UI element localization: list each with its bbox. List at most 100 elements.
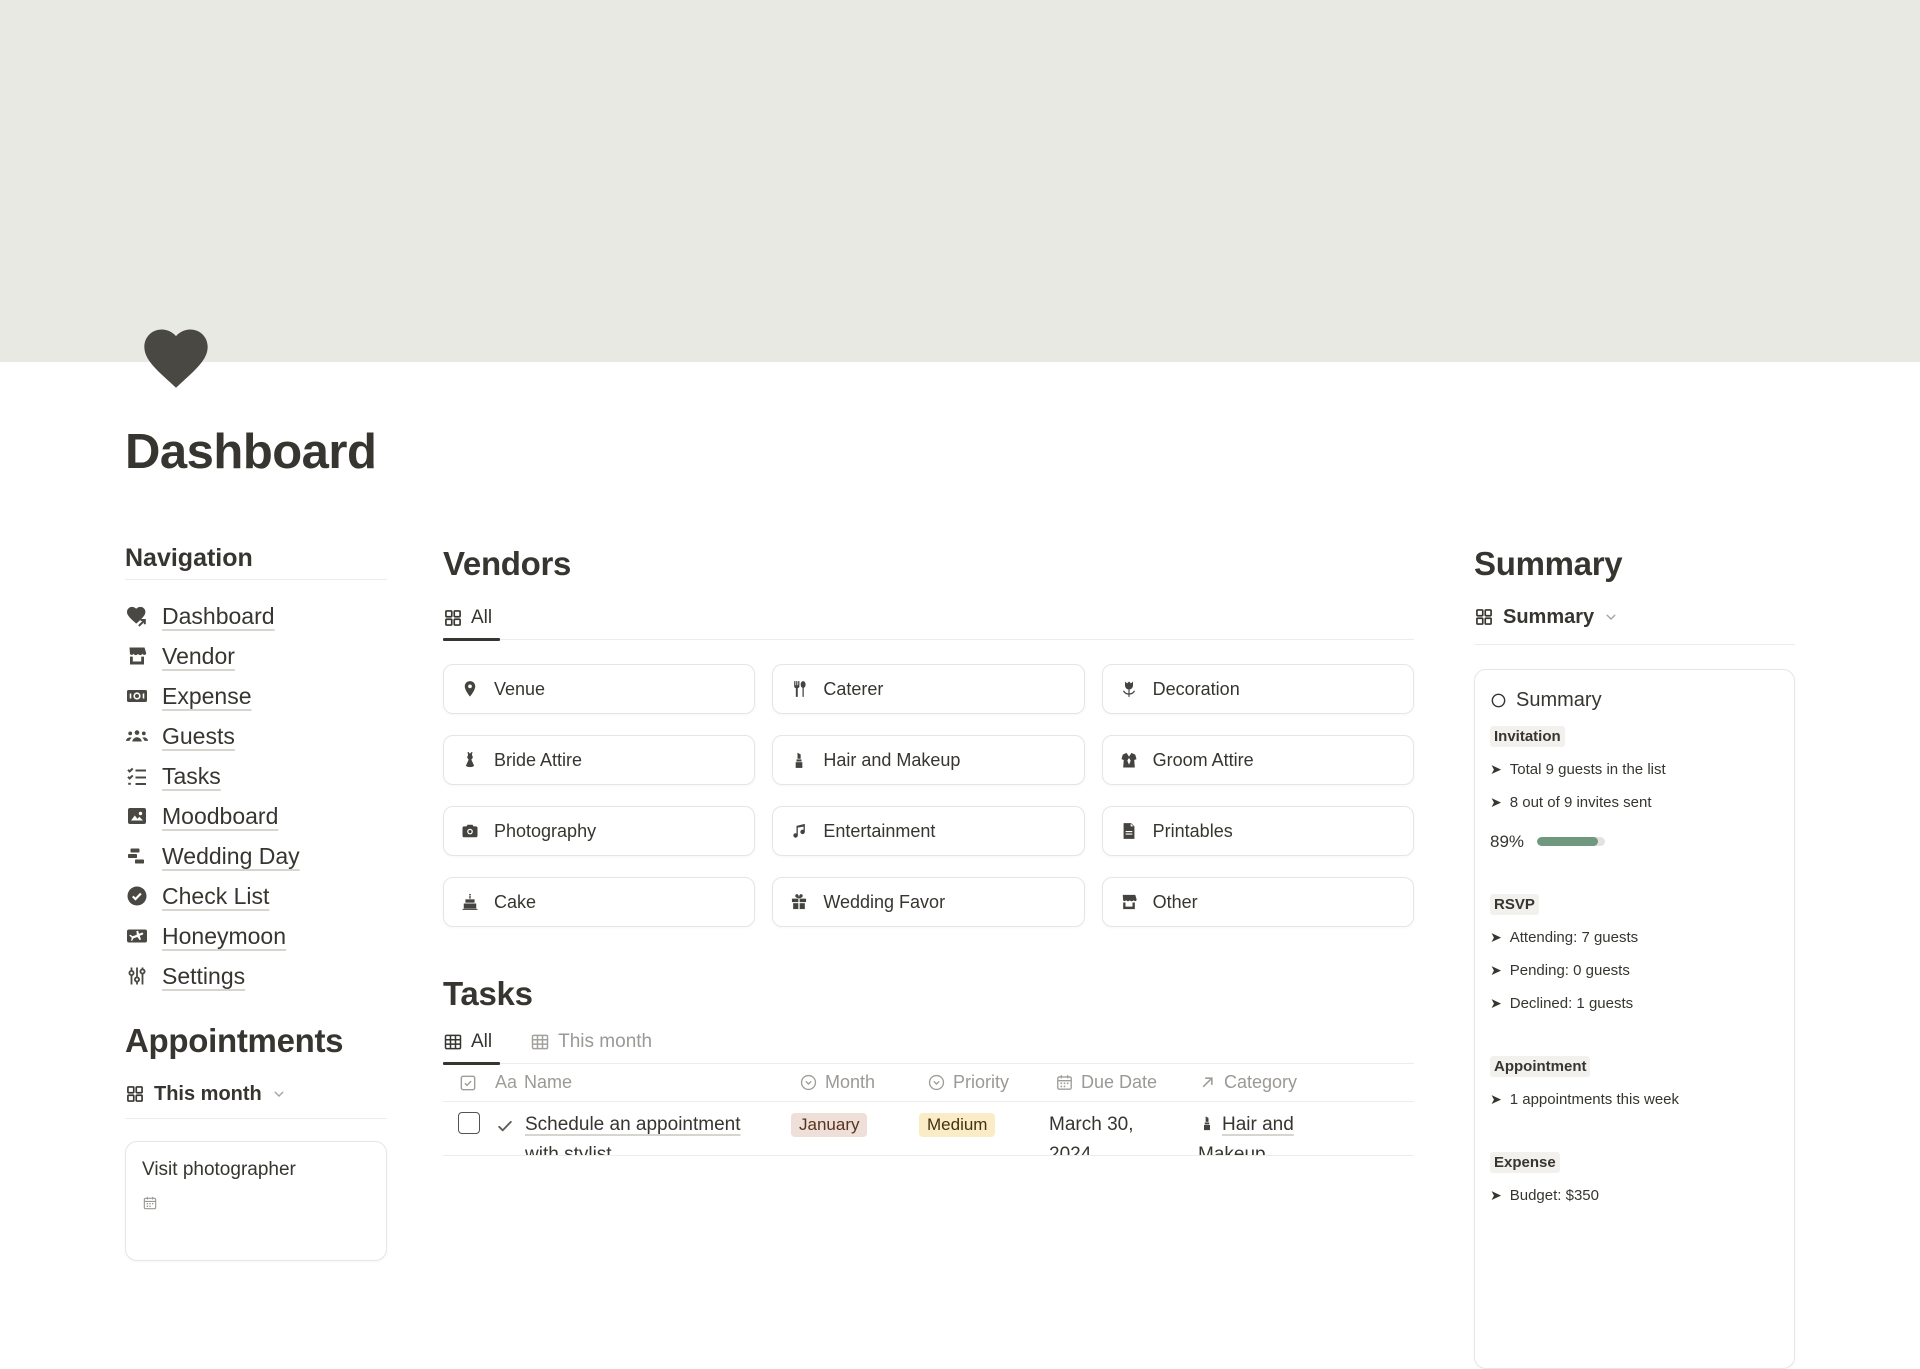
tab-label: All [471, 607, 492, 629]
summary-bullet: ➤Pending: 0 guests [1490, 954, 1779, 987]
checklist-icon [125, 764, 149, 788]
storefront-icon [125, 644, 149, 668]
task-name-link[interactable]: Schedule an appointment with stylist [525, 1110, 770, 1156]
sidebar-item-label: Moodboard [162, 803, 278, 830]
sidebar-item-guests[interactable]: Guests [125, 716, 387, 756]
select-all-checkbox-header[interactable] [455, 1073, 491, 1093]
summary-section-label: Appointment [1490, 1056, 1590, 1077]
tab-label: This month [558, 1031, 652, 1053]
sidebar-item-label: Honeymoon [162, 923, 286, 950]
select-property-icon [927, 1073, 946, 1092]
lipstick-icon [789, 750, 809, 770]
summary-bullet: ➤8 out of 9 invites sent [1490, 786, 1779, 819]
summary-view-select[interactable]: Summary [1474, 599, 1795, 635]
sidebar-item-moodboard[interactable]: Moodboard [125, 796, 387, 836]
vendor-card-entertainment[interactable]: Entertainment [772, 806, 1084, 856]
vendor-card-cake[interactable]: Cake [443, 877, 755, 927]
vendor-card-label: Decoration [1153, 679, 1240, 700]
priority-tag[interactable]: Medium [919, 1113, 995, 1137]
column-header-category[interactable]: Category [1190, 1072, 1340, 1093]
summary-section-label: RSVP [1490, 894, 1539, 915]
page-title: Dashboard [125, 424, 376, 480]
sidebar-item-honeymoon[interactable]: Honeymoon [125, 916, 387, 956]
chevron-down-icon [272, 1087, 286, 1101]
sidebar-item-expense[interactable]: Expense [125, 676, 387, 716]
vendor-card-caterer[interactable]: Caterer [772, 664, 1084, 714]
summary-card-title: Summary [1516, 689, 1602, 712]
column-label: Month [825, 1072, 875, 1093]
table-icon [530, 1032, 550, 1052]
sidebar-item-wedding-day[interactable]: Wedding Day [125, 836, 387, 876]
summary-bullet: ➤Budget: $350 [1490, 1179, 1779, 1212]
text-property-icon: Aa [495, 1072, 517, 1093]
column-header-month[interactable]: Month [791, 1072, 919, 1093]
sidebar-item-label: Guests [162, 723, 235, 750]
travel-icon [125, 924, 149, 948]
arrow-bullet-icon: ➤ [1490, 1083, 1502, 1116]
vendor-card-bride-attire[interactable]: Bride Attire [443, 735, 755, 785]
divider [125, 1118, 387, 1119]
calendar-icon [142, 1195, 158, 1211]
column-header-due-date[interactable]: Due Date [1047, 1072, 1190, 1093]
vendor-card-label: Venue [494, 679, 545, 700]
sidebar-item-label: Expense [162, 683, 252, 710]
column-header-priority[interactable]: Priority [919, 1072, 1047, 1093]
vendor-card-photography[interactable]: Photography [443, 806, 755, 856]
vendor-card-decoration[interactable]: Decoration [1102, 664, 1414, 714]
checkbox-icon [458, 1073, 478, 1093]
summary-bullet: ➤Attending: 7 guests [1490, 921, 1779, 954]
vendor-card-other[interactable]: Other [1102, 877, 1414, 927]
category-cell[interactable]: Hair and Makeup [1190, 1102, 1340, 1156]
month-tag[interactable]: January [791, 1113, 867, 1137]
circle-icon [1490, 692, 1507, 709]
appointments-view-select[interactable]: This month [125, 1076, 387, 1112]
progress-bar [1537, 837, 1605, 846]
tab-label: All [471, 1031, 492, 1053]
vendor-card-groom-attire[interactable]: Groom Attire [1102, 735, 1414, 785]
summary-card[interactable]: Summary Invitation➤Total 9 guests in the… [1474, 669, 1795, 1369]
tasks-tabbar: All This month [443, 1024, 1414, 1064]
heart-icon[interactable] [138, 320, 214, 396]
divider [125, 579, 387, 580]
sidebar-item-tasks[interactable]: Tasks [125, 756, 387, 796]
select-property-icon [799, 1073, 818, 1092]
tasks-table-header: Aa Name Month Priority Due Date Category [443, 1064, 1414, 1102]
storefront-icon [1119, 892, 1139, 912]
tasks-heading: Tasks [443, 973, 1414, 1015]
arrow-bullet-icon: ➤ [1490, 786, 1502, 819]
tasks-tab-all[interactable]: All [443, 1024, 504, 1063]
sidebar-item-label: Dashboard [162, 603, 275, 630]
vendor-card-label: Entertainment [823, 821, 935, 842]
vendor-card-hair-and-makeup[interactable]: Hair and Makeup [772, 735, 1084, 785]
tasks-tab-this-month[interactable]: This month [530, 1024, 664, 1063]
column-header-name[interactable]: Aa Name [491, 1072, 791, 1093]
row-checkbox[interactable] [458, 1112, 480, 1134]
vendor-card-printables[interactable]: Printables [1102, 806, 1414, 856]
summary-card-title-row: Summary [1490, 686, 1779, 714]
invitation-progress: 89% [1490, 825, 1779, 858]
heart-arrow-icon [125, 604, 149, 628]
location-pin-icon [460, 679, 480, 699]
due-date-cell[interactable]: March 30, 2024 [1047, 1102, 1159, 1156]
grid-view-icon [1474, 607, 1494, 627]
appointment-card-title: Visit photographer [142, 1158, 370, 1182]
sidebar-item-check-list[interactable]: Check List [125, 876, 387, 916]
vendors-tabbar: All [443, 600, 1414, 640]
vendor-card-label: Wedding Favor [823, 892, 945, 913]
sidebar-item-dashboard[interactable]: Dashboard [125, 596, 387, 636]
arrow-bullet-icon: ➤ [1490, 1179, 1502, 1212]
sidebar-item-settings[interactable]: Settings [125, 956, 387, 996]
summary-heading: Summary [1474, 543, 1795, 585]
vendor-card-venue[interactable]: Venue [443, 664, 755, 714]
sidebar-item-vendor[interactable]: Vendor [125, 636, 387, 676]
vendor-card-wedding-favor[interactable]: Wedding Favor [772, 877, 1084, 927]
summary-section-appointment: Appointment➤1 appointments this week [1490, 1050, 1779, 1116]
appointment-card[interactable]: Visit photographer [125, 1141, 387, 1261]
column-label: Name [524, 1072, 572, 1093]
left-sidebar: Navigation DashboardVendorExpenseGuestsT… [125, 543, 387, 1261]
cake-icon [460, 892, 480, 912]
summary-section-rsvp: RSVP ➤Attending: 7 guests➤Pending: 0 gues… [1490, 888, 1779, 1020]
vendors-tab-all[interactable]: All [443, 600, 504, 639]
grid-view-icon [443, 608, 463, 628]
chevron-down-icon [1604, 610, 1618, 624]
